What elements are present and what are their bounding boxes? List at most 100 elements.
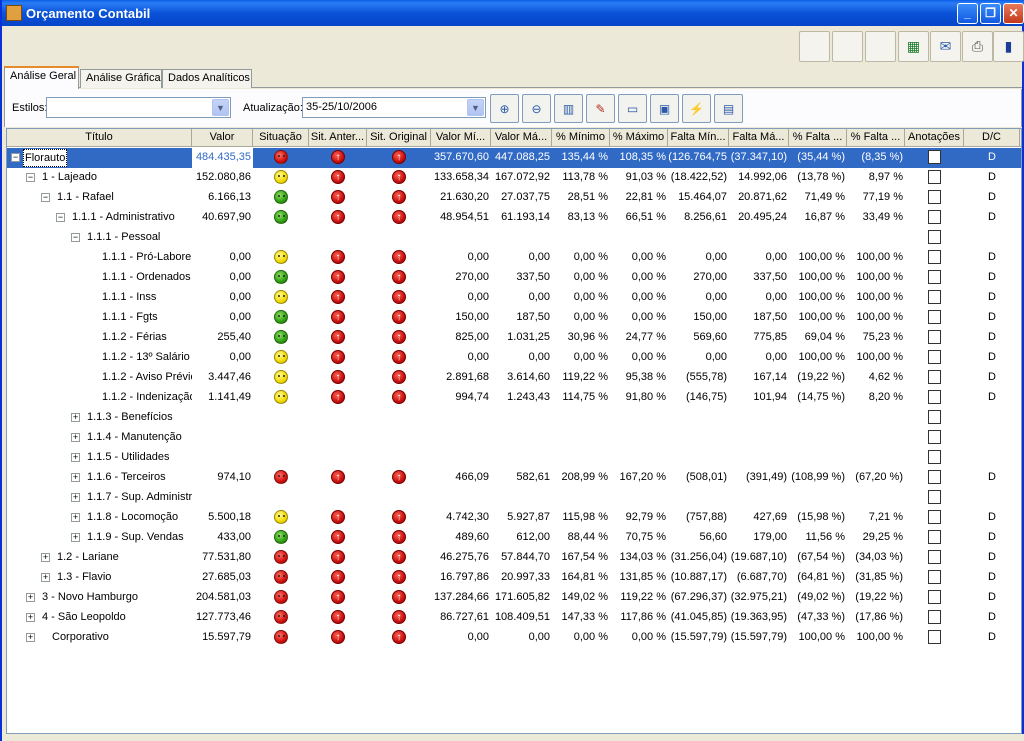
table-row[interactable]: +1.1.7 - Sup. Administrat [7,488,1021,508]
collapse-icon[interactable]: − [26,173,35,182]
anotacoes-cell[interactable] [905,568,964,588]
column-header-pfmax[interactable]: % Falta ... [847,129,905,147]
anotacoes-cell[interactable] [905,348,964,368]
expand-icon[interactable]: + [41,573,50,582]
table-row[interactable]: +4 - São Leopoldo 127.773,46 ↑ ↑ 86.727,61 10… [7,608,1021,628]
tab-analise-grafica[interactable]: Análise Gráfica [80,69,162,88]
anotacoes-cell[interactable] [905,548,964,568]
note-icon[interactable] [928,250,941,265]
column-header-pmin[interactable]: % Mínimo [552,129,610,147]
print-button[interactable]: ⎙ [962,31,993,62]
expand-icon[interactable]: + [71,453,80,462]
blank-toolbar-button-1[interactable] [799,31,830,62]
anotacoes-cell[interactable] [905,148,964,168]
table-row[interactable]: 1.1.2 - Férias 255,40 ↑ ↑ 825,00 1.031,25 30,9… [7,328,1021,348]
table-row[interactable]: 1.1.2 - Aviso Prévio 3.447,46 ↑ ↑ 2.891,68 3.… [7,368,1021,388]
note-icon[interactable] [928,170,941,185]
anotacoes-cell[interactable] [905,508,964,528]
note-icon[interactable] [928,610,941,625]
column-header-fmin[interactable]: Falta Mín... [668,129,729,147]
chevron-down-icon[interactable]: ▼ [212,99,229,116]
expand-icon[interactable]: + [26,633,35,642]
table-row[interactable]: +1.1.6 - Terceiros 974,10 ↑ ↑ 466,09 582,61 20… [7,468,1021,488]
note-icon[interactable] [928,530,941,545]
anotacoes-cell[interactable] [905,468,964,488]
collapse-icon[interactable]: − [41,193,50,202]
collapse-icon[interactable]: − [71,233,80,242]
table-row[interactable]: +1.1.8 - Locomoção 5.500,18 ↑ ↑ 4.742,30 5.92… [7,508,1021,528]
estilos-combo[interactable]: ▼ [46,97,231,118]
column-header-vmax[interactable]: Valor Má... [491,129,552,147]
table-row[interactable]: +1.1.5 - Utilidades [7,448,1021,468]
collapse-icon[interactable]: − [11,153,20,162]
note-icon[interactable] [928,210,941,225]
note-icon[interactable] [928,350,941,365]
table-row[interactable]: −1.1.1 - Administrativo 40.697,90 ↑ ↑ 48.954… [7,208,1021,228]
column-header-note[interactable]: Anotações [905,129,964,147]
anotacoes-cell[interactable] [905,208,964,228]
note-icon[interactable] [928,470,941,485]
column-header-vmin[interactable]: Valor Mí... [431,129,491,147]
chevron-down-icon[interactable]: ▼ [467,99,484,116]
anotacoes-cell[interactable] [905,408,964,428]
anotacoes-cell[interactable] [905,168,964,188]
table-row[interactable]: +1.1.3 - Benefícios [7,408,1021,428]
table-row[interactable]: +1.1.9 - Sup. Vendas 433,00 ↑ ↑ 489,60 612,00… [7,528,1021,548]
anotacoes-cell[interactable] [905,328,964,348]
table-row[interactable]: + Corporativo 15.597,79 ↑ ↑ 0,00 0,00 0,00 % 0,0… [7,628,1021,648]
tab-dados-analiticos[interactable]: Dados Analíticos [162,69,252,88]
table-row[interactable]: −1.1.1 - Pessoal [7,228,1021,248]
expand-icon[interactable]: + [71,433,80,442]
chart-button[interactable]: ▤ [714,94,743,123]
note-icon[interactable] [928,590,941,605]
anotacoes-cell[interactable] [905,248,964,268]
table-row[interactable]: 1.1.1 - Inss 0,00 ↑ ↑ 0,00 0,00 0,00 % 0,00 % 0,… [7,288,1021,308]
note-icon[interactable] [928,410,941,425]
anotacoes-cell[interactable] [905,388,964,408]
expand-icon[interactable]: + [26,613,35,622]
expand-icon[interactable]: + [71,493,80,502]
collapse-icon[interactable]: − [56,213,65,222]
note-icon[interactable] [928,390,941,405]
anotacoes-cell[interactable] [905,268,964,288]
calculator-button[interactable]: ▣ [650,94,679,123]
note-icon[interactable] [928,550,941,565]
table-row[interactable]: 1.1.2 - 13º Salário 0,00 ↑ ↑ 0,00 0,00 0,00 % 0… [7,348,1021,368]
anotacoes-cell[interactable] [905,188,964,208]
column-header-pfmin[interactable]: % Falta ... [789,129,847,147]
send-mail-button[interactable]: ✉ [930,31,961,62]
table-row[interactable]: +1.3 - Flavio 27.685,03 ↑ ↑ 16.797,86 20.997,… [7,568,1021,588]
expand-icon[interactable]: + [71,533,80,542]
blank-toolbar-button-2[interactable] [832,31,863,62]
expand-icon[interactable]: + [71,473,80,482]
note-icon[interactable] [928,510,941,525]
column-header-fmax[interactable]: Falta Má... [729,129,789,147]
note-icon[interactable] [928,310,941,325]
table-row[interactable]: −1.1 - Rafael 6.166,13 ↑ ↑ 21.630,20 27.037,7… [7,188,1021,208]
table-row[interactable]: −1 - Lajeado 152.080,86 ↑ ↑ 133.658,34 167.07… [7,168,1021,188]
expand-icon[interactable]: + [71,413,80,422]
anotacoes-cell[interactable] [905,528,964,548]
table-row[interactable]: +1.2 - Lariane 77.531,80 ↑ ↑ 46.275,76 57.844… [7,548,1021,568]
column-header-valor[interactable]: Valor [192,129,253,147]
restore-button[interactable]: ❐ [980,2,1001,24]
column-header-title[interactable]: Título [7,129,192,147]
expand-icon[interactable]: + [26,593,35,602]
note-icon[interactable] [928,190,941,205]
note-icon[interactable] [928,370,941,385]
blank-toolbar-button-3[interactable] [865,31,896,62]
note-icon[interactable] [928,270,941,285]
table-row[interactable]: 1.1.1 - Ordenados 0,00 ↑ ↑ 270,00 337,50 0,00 … [7,268,1021,288]
anotacoes-cell[interactable] [905,428,964,448]
exit-button[interactable]: ▮ [993,31,1024,62]
anotacoes-cell[interactable] [905,308,964,328]
card-button[interactable]: ▭ [618,94,647,123]
table-row[interactable]: − Florauto 484.435,35 ↑ ↑ 357.670,60 447.088,2… [7,148,1021,168]
note-icon[interactable] [928,290,941,305]
columns-button[interactable]: ▥ [554,94,583,123]
zoom-in-button[interactable]: ⊕ [490,94,519,123]
table-row[interactable]: +1.1.4 - Manutenção [7,428,1021,448]
export-excel-button[interactable]: ▦ [898,31,929,62]
close-button[interactable]: ✕ [1003,2,1024,24]
column-header-orig[interactable]: Sit. Original [367,129,431,147]
